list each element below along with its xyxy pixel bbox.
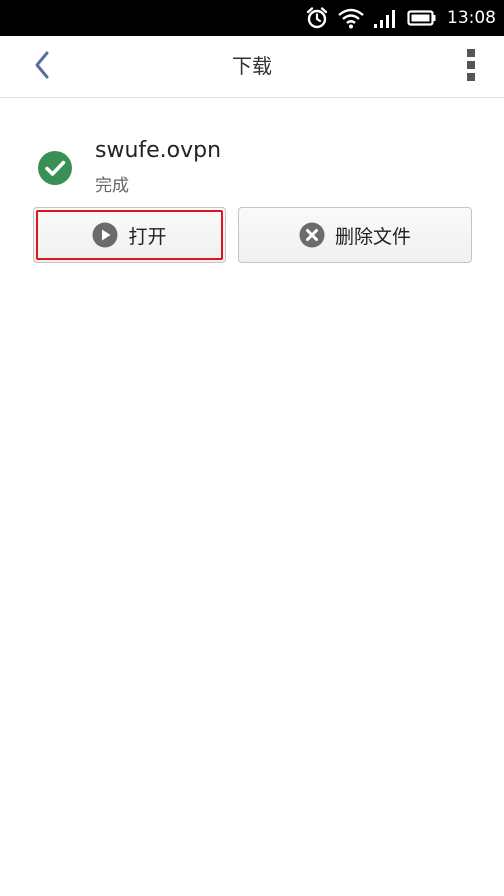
page-title: 下载 xyxy=(232,54,272,78)
overflow-menu-button[interactable] xyxy=(456,48,486,86)
open-button-label: 打开 xyxy=(128,225,167,248)
status-clock: 13:08 xyxy=(447,8,496,28)
close-circle-icon xyxy=(299,222,325,248)
check-circle-icon xyxy=(37,150,73,190)
more-vert-icon xyxy=(466,48,476,86)
delete-file-button[interactable]: 删除文件 xyxy=(238,207,472,263)
download-item: swufe.ovpn 完成 xyxy=(0,130,504,210)
open-button[interactable]: 打开 xyxy=(33,207,226,263)
signal-icon xyxy=(373,6,399,30)
file-name: swufe.ovpn xyxy=(95,138,222,163)
play-icon xyxy=(92,222,118,248)
download-status: 完成 xyxy=(95,176,129,196)
battery-icon xyxy=(407,6,437,30)
status-icons: 13:08 xyxy=(305,0,496,36)
alarm-icon xyxy=(305,6,329,30)
wifi-icon xyxy=(337,6,365,30)
delete-button-label: 删除文件 xyxy=(334,225,411,248)
status-bar: 13:08 xyxy=(0,0,504,36)
top-app-bar: 下载 xyxy=(0,36,504,98)
